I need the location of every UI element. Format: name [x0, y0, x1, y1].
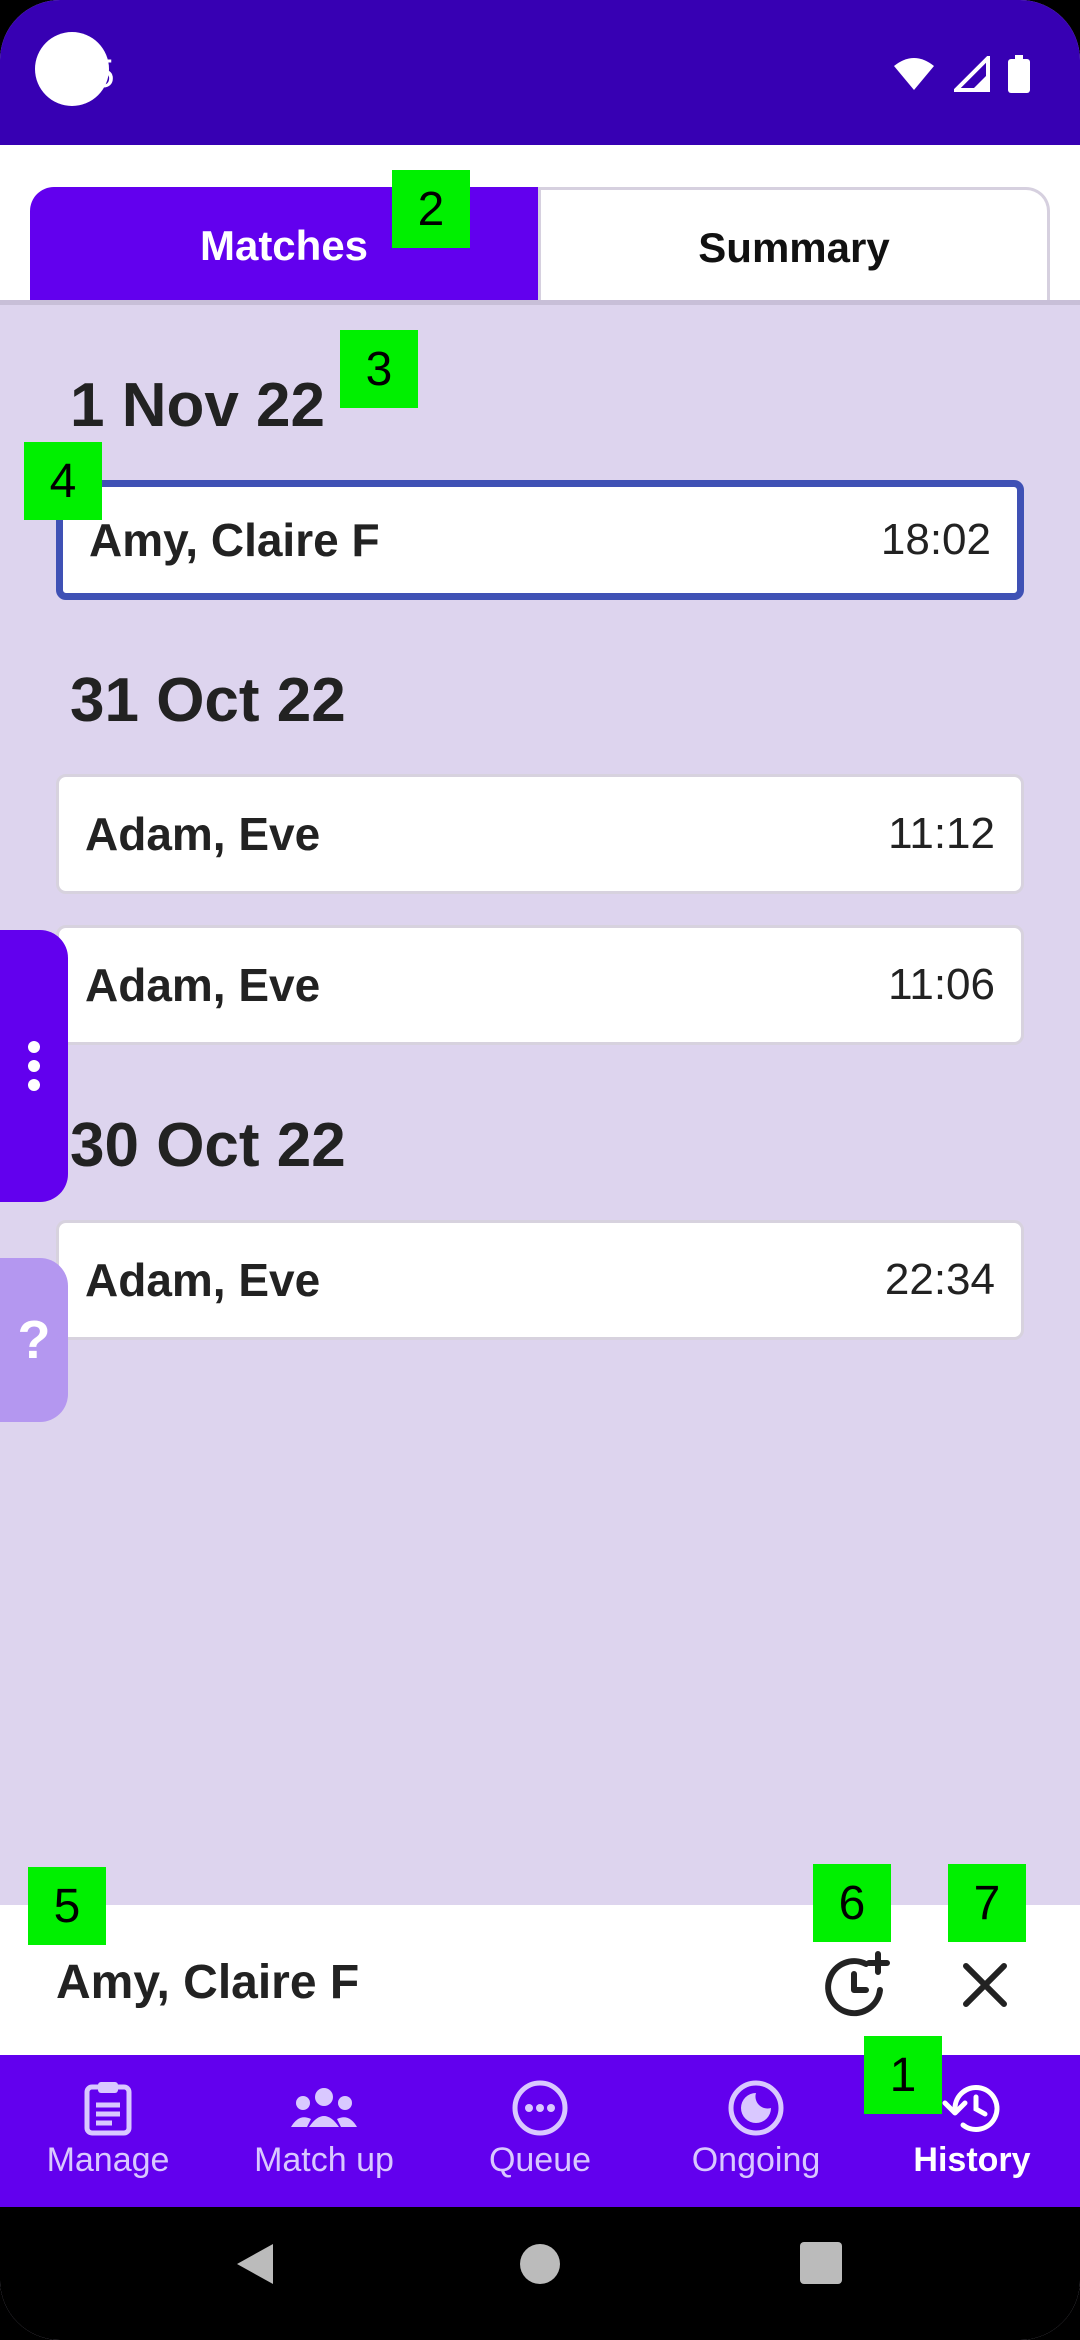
recents-icon[interactable]	[800, 2242, 842, 2284]
match-time: 18:02	[880, 515, 991, 564]
tab-summary-label: Summary	[698, 223, 890, 271]
marker-2: 2	[392, 170, 470, 248]
match-time: 22:34	[884, 1255, 995, 1304]
tab-matches-label: Matches	[199, 222, 369, 269]
group-icon	[291, 2088, 357, 2127]
back-icon[interactable]	[235, 2242, 275, 2286]
nav-queue-label: Queue	[488, 2141, 592, 2179]
date-heading: 30 Oct 22	[70, 1111, 346, 1180]
match-time: 11:06	[888, 960, 995, 1009]
help-button[interactable]: ?	[0, 1258, 68, 1422]
nav-ongoing-label: Ongoing	[691, 2141, 821, 2179]
close-icon	[963, 1963, 1007, 2007]
system-navigation-bar	[0, 2207, 1080, 2340]
history-icon	[942, 2085, 1000, 2132]
app-screen: 05 Matches Summary 1 Nov 22 Amy, Claire …	[0, 0, 1080, 2340]
match-card-selected[interactable]: Amy, Claire F 18:02	[56, 480, 1024, 600]
moon-circle-icon	[728, 2080, 784, 2136]
match-time: 11:12	[888, 809, 995, 858]
history-list[interactable]: 1 Nov 22 Amy, Claire F 18:02 31 Oct 22 A…	[0, 305, 1080, 1905]
match-names: Adam, Eve	[85, 1254, 321, 1306]
help-icon: ?	[17, 1310, 51, 1370]
tab-summary[interactable]: Summary	[538, 187, 1050, 305]
marker-4: 4	[24, 442, 102, 520]
camera-cutout	[35, 32, 109, 106]
status-icons	[892, 55, 1030, 93]
nav-manage[interactable]: Manage	[0, 2055, 216, 2207]
nav-queue[interactable]: Queue	[432, 2055, 648, 2207]
marker-1: 1	[864, 2036, 942, 2114]
home-icon[interactable]	[518, 2242, 562, 2286]
match-card[interactable]: Adam, Eve 11:12	[56, 774, 1024, 894]
marker-6: 6	[813, 1864, 891, 1942]
close-button[interactable]	[950, 1950, 1020, 2020]
nav-history-label: History	[913, 2141, 1031, 2179]
match-names: Amy, Claire F	[89, 514, 380, 566]
selection-bar: Amy, Claire F	[0, 1905, 1080, 2055]
nav-match-up-label: Match up	[254, 2141, 394, 2179]
status-bar: 05	[0, 0, 1080, 145]
nav-match-up[interactable]: Match up	[216, 2055, 432, 2207]
battery-icon	[1008, 55, 1030, 93]
marker-5: 5	[28, 1867, 106, 1945]
wifi-icon	[894, 58, 934, 90]
match-card[interactable]: Adam, Eve 11:06	[56, 925, 1024, 1045]
side-menu-button[interactable]	[0, 930, 68, 1202]
date-heading: 31 Oct 22	[70, 666, 346, 735]
match-card[interactable]: Adam, Eve 22:34	[56, 1220, 1024, 1340]
selected-match-name: Amy, Claire F	[56, 1956, 360, 2009]
more-horizontal-circle-icon	[512, 2080, 568, 2136]
match-names: Adam, Eve	[85, 808, 321, 860]
date-heading: 1 Nov 22	[70, 371, 326, 440]
clipboard-icon	[84, 2082, 132, 2136]
clock-plus-icon	[825, 1951, 890, 2017]
nav-manage-label: Manage	[46, 2141, 170, 2179]
match-names: Adam, Eve	[85, 959, 321, 1011]
tab-bar: Matches Summary	[0, 145, 1080, 305]
more-vertical-icon	[28, 1041, 40, 1091]
signal-icon	[954, 56, 990, 92]
add-time-button[interactable]	[820, 1950, 890, 2020]
marker-3: 3	[340, 330, 418, 408]
nav-ongoing[interactable]: Ongoing	[648, 2055, 864, 2207]
marker-7: 7	[948, 1864, 1026, 1942]
